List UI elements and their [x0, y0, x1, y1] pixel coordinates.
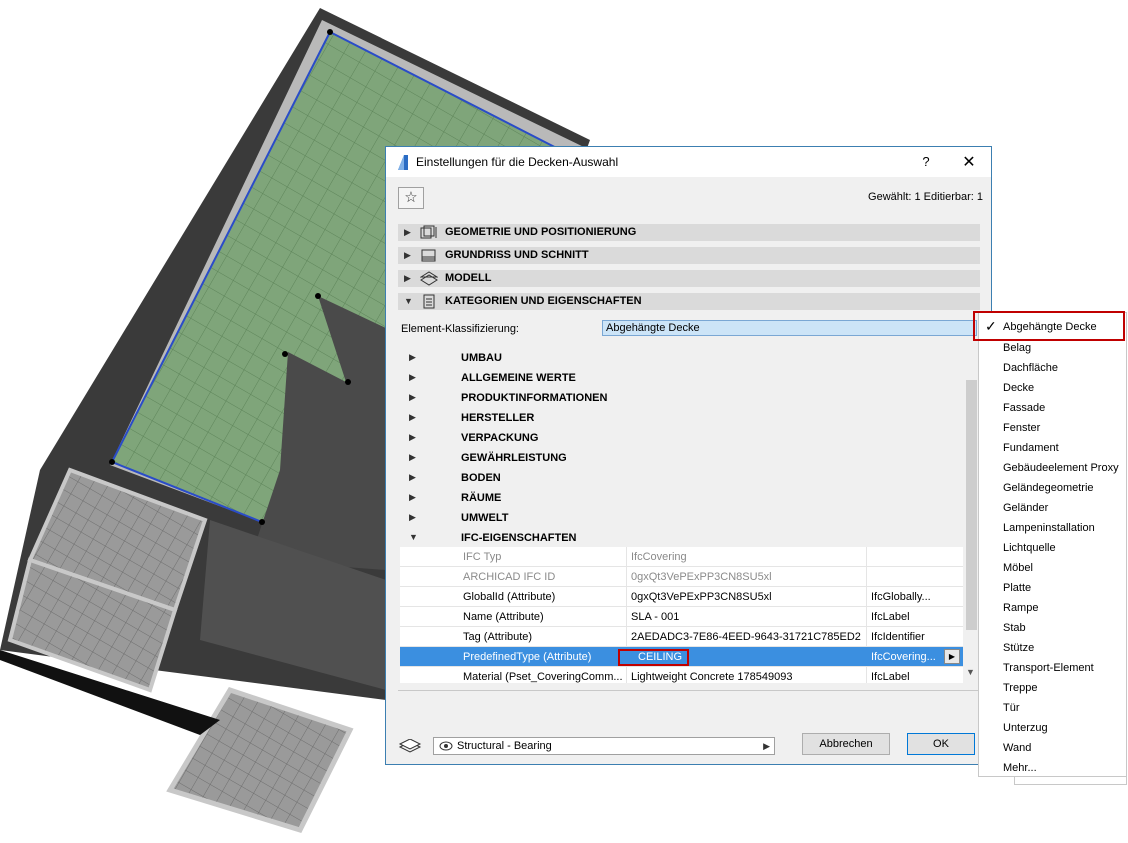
menu-item[interactable]: Decke — [1003, 382, 1034, 394]
layer-icon — [398, 739, 422, 753]
highlight-box — [618, 649, 689, 666]
classification-menu: ✓ Abgehängte Decke Belag Dachfläche Deck… — [973, 311, 1127, 777]
panel-model[interactable]: ▶ MODELL — [398, 270, 980, 287]
group-row[interactable]: ▶ HERSTELLER — [400, 407, 963, 427]
eye-icon — [439, 741, 453, 751]
checkmark-icon: ✓ — [985, 318, 997, 334]
menu-item[interactable]: Fundament — [1003, 442, 1059, 454]
collapse-arrow-icon: ▶ — [409, 412, 416, 422]
collapse-arrow-icon: ▶ — [409, 392, 416, 402]
properties-list: ▶ UMBAU ▶ ALLGEMEINE WERTE ▶ PRODUKTINFORMA… — [400, 347, 980, 683]
menu-item[interactable]: Geländegeometrie — [1003, 482, 1094, 494]
star-icon: ☆ — [404, 189, 418, 206]
collapse-arrow-icon: ▶ — [409, 432, 416, 442]
dropdown-edge — [1014, 777, 1127, 785]
ok-button[interactable]: OK — [907, 733, 975, 755]
group-row[interactable]: ▶ UMWELT — [400, 507, 963, 527]
menu-item[interactable]: Stütze — [1003, 642, 1034, 654]
menu-item[interactable]: Stab — [1003, 622, 1026, 634]
expand-value-button[interactable]: ▶ — [944, 649, 960, 664]
collapse-arrow-icon: ▶ — [409, 372, 416, 382]
menu-item[interactable]: Wand — [1003, 742, 1031, 754]
property-row-selected[interactable]: PredefinedType (Attribute) CEILING IfcCo… — [400, 647, 963, 667]
property-row[interactable]: Material (Pset_CoveringComm... Lightweig… — [400, 667, 963, 683]
menu-item[interactable]: Geländer — [1003, 502, 1048, 514]
property-row: ARCHICAD IFC ID 0gxQt3VePExPP3CN8SU5xl — [400, 567, 963, 587]
menu-item[interactable]: Treppe — [1003, 682, 1037, 694]
menu-item[interactable]: Möbel — [1003, 562, 1033, 574]
menu-item-selected[interactable]: Abgehängte Decke — [1003, 321, 1097, 333]
menu-item[interactable]: Platte — [1003, 582, 1031, 594]
collapse-arrow-icon: ▶ — [409, 512, 416, 522]
classification-dropdown[interactable]: Abgehängte Decke — [602, 320, 977, 336]
dialog-title: Einstellungen für die Decken-Auswahl — [416, 155, 619, 169]
selection-info: Gewählt: 1 Editierbar: 1 — [868, 191, 983, 203]
group-row-ifc[interactable]: ▼ IFC-EIGENSCHAFTEN — [400, 527, 963, 547]
collapse-arrow-icon: ▶ — [404, 227, 411, 237]
collapse-arrow-icon: ▶ — [409, 492, 416, 502]
menu-item[interactable]: Rampe — [1003, 602, 1038, 614]
property-row: IFC Typ IfcCovering — [400, 547, 963, 567]
menu-item[interactable]: Gebäudeelement Proxy — [1003, 462, 1119, 474]
menu-item[interactable]: Tür — [1003, 702, 1020, 714]
group-row[interactable]: ▶ ALLGEMEINE WERTE — [400, 367, 963, 387]
chevron-right-icon: ▶ — [763, 741, 770, 751]
menu-item[interactable]: Fenster — [1003, 422, 1040, 434]
panel-label: GEOMETRIE UND POSITIONIERUNG — [445, 226, 637, 238]
property-row[interactable]: Tag (Attribute) 2AEDADC3-7E86-4EED-9643-… — [400, 627, 963, 647]
menu-item[interactable]: Fassade — [1003, 402, 1045, 414]
panel-categories[interactable]: ▼ KATEGORIEN UND EIGENSCHAFTEN — [398, 293, 980, 310]
collapse-arrow-icon: ▶ — [409, 352, 416, 362]
menu-item[interactable]: Transport-Element — [1003, 662, 1094, 674]
group-row[interactable]: ▶ RÄUME — [400, 487, 963, 507]
expand-arrow-icon: ▼ — [404, 296, 413, 306]
play-arrow-icon: ▶ — [948, 652, 956, 661]
model-icon — [420, 271, 438, 286]
close-button[interactable]: ✕ — [961, 152, 977, 172]
layer-selector[interactable]: Structural - Bearing ▶ — [433, 737, 775, 755]
scroll-down-icon[interactable]: ▼ — [966, 667, 975, 677]
panel-label: MODELL — [445, 272, 492, 284]
layer-value: Structural - Bearing — [457, 740, 552, 752]
help-button[interactable]: ? — [919, 154, 933, 169]
collapse-arrow-icon: ▶ — [409, 472, 416, 482]
menu-item[interactable]: Belag — [1003, 342, 1031, 354]
collapse-arrow-icon: ▶ — [409, 452, 416, 462]
collapse-arrow-icon: ▶ — [404, 273, 411, 283]
menu-item[interactable]: Lampeninstallation — [1003, 522, 1095, 534]
slab-settings-dialog: Einstellungen für die Decken-Auswahl ? ✕… — [385, 146, 992, 765]
menu-item[interactable]: Dachfläche — [1003, 362, 1058, 374]
collapse-arrow-icon: ▶ — [404, 250, 411, 260]
group-row[interactable]: ▶ BODEN — [400, 467, 963, 487]
property-row[interactable]: Name (Attribute) SLA - 001 IfcLabel — [400, 607, 963, 627]
categories-icon — [423, 294, 435, 309]
menu-item[interactable]: Lichtquelle — [1003, 542, 1056, 554]
geometry-icon — [420, 225, 437, 239]
panel-geometry[interactable]: ▶ GEOMETRIE UND POSITIONIERUNG — [398, 224, 980, 241]
expand-arrow-icon: ▼ — [409, 532, 418, 542]
panel-floorplan[interactable]: ▶ GRUNDRISS UND SCHNITT — [398, 247, 980, 264]
floorplan-icon — [421, 249, 436, 262]
group-row[interactable]: ▶ VERPACKUNG — [400, 427, 963, 447]
divider — [398, 690, 980, 691]
panel-label: GRUNDRISS UND SCHNITT — [445, 249, 589, 261]
menu-item[interactable]: Unterzug — [1003, 722, 1048, 734]
title-bar[interactable]: Einstellungen für die Decken-Auswahl ? ✕ — [386, 147, 991, 177]
scrollbar-thumb[interactable] — [966, 380, 977, 630]
group-row[interactable]: ▶ UMBAU — [400, 347, 963, 367]
cancel-button[interactable]: Abbrechen — [802, 733, 890, 755]
favorites-button[interactable]: ☆ — [398, 187, 424, 209]
archicad-app-icon — [398, 155, 408, 170]
group-row[interactable]: ▶ GEWÄHRLEISTUNG — [400, 447, 963, 467]
panel-label: KATEGORIEN UND EIGENSCHAFTEN — [445, 295, 642, 307]
classification-label: Element-Klassifizierung: — [401, 323, 519, 335]
property-row[interactable]: GlobalId (Attribute) 0gxQt3VePExPP3CN8SU… — [400, 587, 963, 607]
menu-item-more[interactable]: Mehr... — [1003, 762, 1037, 774]
group-row[interactable]: ▶ PRODUKTINFORMATIONEN — [400, 387, 963, 407]
